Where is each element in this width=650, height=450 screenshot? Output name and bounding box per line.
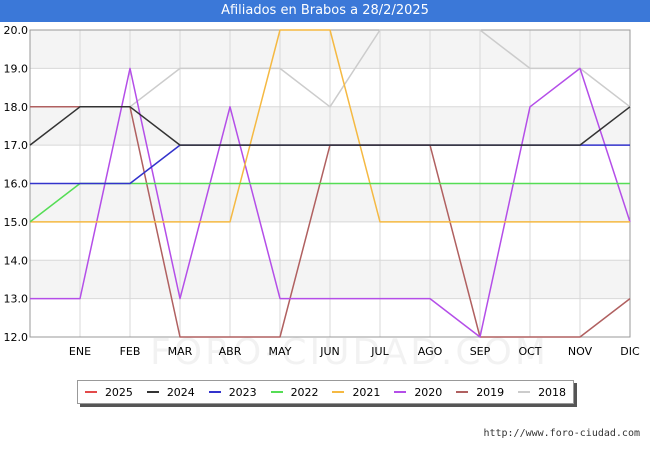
legend-label: 2022 — [290, 385, 319, 399]
line-chart: 12.0 13.0 14.0 15.0 16.0 17.0 18.0 19.0 20.0 ENE F… — [4, 24, 641, 358]
legend-item-2020: 2020 — [394, 386, 442, 399]
legend-swatch — [518, 391, 531, 393]
y-tick-label: 12.0 — [4, 331, 29, 344]
legend-label: 2025 — [104, 385, 133, 399]
legend-item-2025: 2025 — [84, 385, 133, 399]
y-tick-label: 18.0 — [4, 101, 29, 114]
legend-label: 2020 — [414, 385, 443, 399]
legend-item-2018: 2018 — [518, 386, 566, 399]
y-tick-label: 13.0 — [4, 293, 29, 306]
footer-url: http://www.foro-ciudad.com — [483, 428, 640, 439]
x-tick-label: MAR — [168, 345, 193, 358]
legend-swatch — [208, 391, 221, 393]
legend-swatch — [84, 391, 97, 393]
x-tick-label: NOV — [568, 345, 593, 358]
legend-swatch — [270, 391, 283, 393]
y-tick-label: 16.0 — [4, 178, 29, 191]
x-tick-label: DIC — [620, 345, 640, 358]
legend-swatch — [394, 391, 407, 393]
x-tick-label: ABR — [219, 345, 242, 358]
chart-legend: 2025 2024 2023 2022 2021 2020 2019 2018 — [77, 380, 574, 404]
y-tick-label: 19.0 — [4, 62, 29, 75]
legend-label: 2019 — [476, 385, 505, 399]
x-tick-label: JUL — [370, 345, 389, 358]
legend-swatch — [146, 391, 159, 393]
x-tick-label: ENE — [69, 345, 91, 358]
x-tick-label: FEB — [120, 345, 141, 358]
legend-label: 2023 — [228, 385, 257, 399]
x-tick-label: JUN — [319, 345, 340, 358]
x-tick-label: AGO — [418, 345, 443, 358]
legend-swatch — [332, 391, 345, 393]
y-tick-label: 15.0 — [4, 216, 29, 229]
x-tick-label: OCT — [518, 345, 541, 358]
legend-swatch — [456, 391, 469, 393]
x-tick-label: SEP — [470, 345, 491, 358]
x-tick-label: MAY — [269, 345, 292, 358]
legend-item-2022: 2022 — [270, 385, 319, 399]
legend-item-2019: 2019 — [456, 386, 504, 399]
y-tick-label: 17.0 — [4, 139, 29, 152]
legend-label: 2024 — [166, 385, 195, 399]
legend-item-2023: 2023 — [208, 385, 257, 399]
legend-item-2024: 2024 — [146, 385, 195, 399]
legend-label: 2021 — [352, 385, 381, 399]
legend-item-2021: 2021 — [332, 386, 380, 399]
y-tick-label: 14.0 — [4, 254, 29, 267]
y-tick-label: 20.0 — [4, 24, 29, 37]
legend-label: 2018 — [538, 385, 567, 399]
